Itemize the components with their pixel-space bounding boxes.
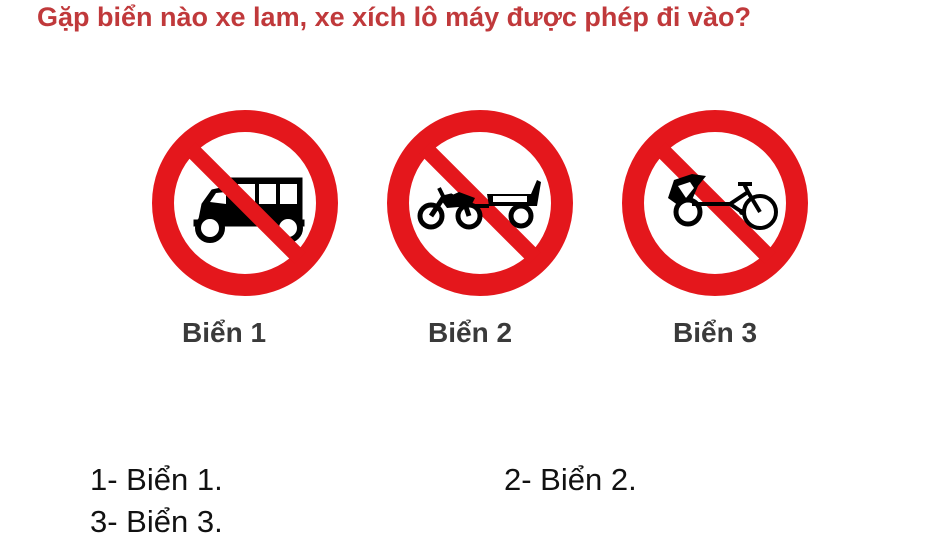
answer-option-3[interactable]: 3- Biển 3. [90,504,223,540]
no-motorcycle-with-trailer-sign-icon [387,110,573,296]
sign-2 [385,108,575,298]
no-cyclo-sign-icon [622,110,808,296]
sign-1 [150,108,340,298]
answer-option-1[interactable]: 1- Biển 1. [90,462,223,498]
sign-3-label: Biển 3 [673,317,758,348]
sign-3 [620,108,810,298]
answer-option-2[interactable]: 2- Biển 2. [504,462,637,498]
sign-2-label: Biển 2 [428,317,513,348]
signs-figure: Biển 1 Biển 2 Biển 3 [0,0,945,400]
no-three-wheeled-lambro-sign-icon [152,110,338,296]
sign-1-label: Biển 1 [182,317,267,348]
